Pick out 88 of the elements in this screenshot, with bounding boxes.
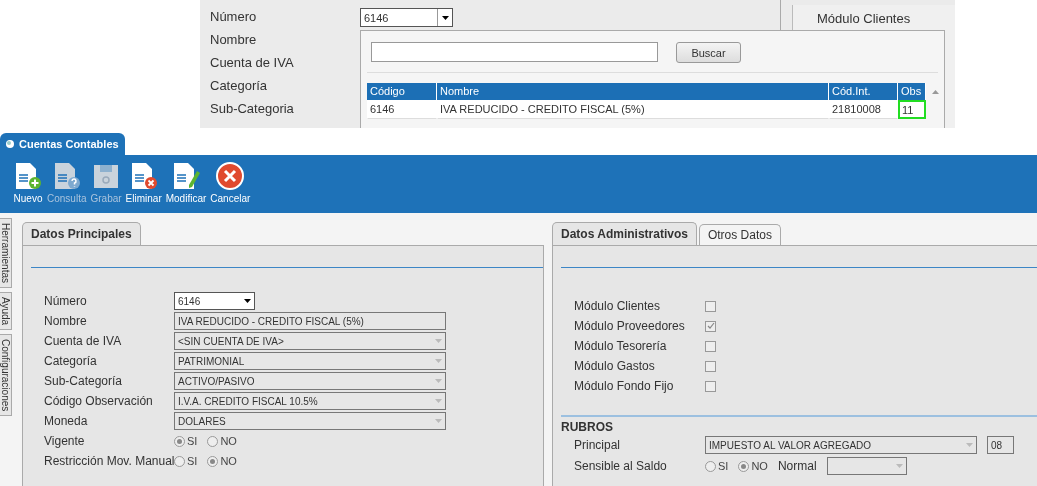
field-label: Número xyxy=(210,8,257,25)
field-label: Nombre xyxy=(44,313,88,330)
table-cell: 6146 xyxy=(367,100,437,119)
select-field[interactable]: <SIN CUENTA DE IVA> xyxy=(174,332,446,350)
checkbox[interactable] xyxy=(705,340,716,352)
table-cell: 21810008 xyxy=(829,100,898,119)
field-label: Vigente xyxy=(44,433,86,450)
radio-button[interactable] xyxy=(207,435,219,447)
section-title: RUBROS xyxy=(561,420,614,436)
select-field[interactable]: DOLARES xyxy=(174,412,446,430)
field-label: Sub-Categoria xyxy=(210,100,294,117)
field-label: Número xyxy=(44,293,88,310)
side-tab[interactable]: Ayuda xyxy=(0,292,12,331)
caret-icon xyxy=(966,443,973,447)
column-header[interactable]: Obs xyxy=(898,83,926,100)
select-field[interactable]: I.V.A. CREDITO FISCAL 10.5% xyxy=(174,392,446,410)
field-label: Restricción Mov. Manual xyxy=(44,453,174,470)
field-label: Cuenta de IVA xyxy=(210,54,294,71)
window-tab[interactable]: Cuentas Contables xyxy=(0,133,125,155)
scroll-up-icon[interactable] xyxy=(931,89,939,94)
caret-icon xyxy=(244,299,251,303)
radio-label: NO xyxy=(220,435,237,447)
field-label: Nombre xyxy=(210,31,257,48)
number-combo[interactable]: 6146 xyxy=(360,8,453,27)
text-field[interactable]: IVA REDUCIDO - CREDITO FISCAL (5%) xyxy=(174,312,446,330)
field-label: Principal xyxy=(574,437,622,454)
tab[interactable]: Datos Administrativos xyxy=(552,222,697,245)
field-label: Sub-Categoría xyxy=(44,373,124,390)
caret-icon xyxy=(435,379,442,383)
caret-icon xyxy=(895,464,903,468)
caret-icon xyxy=(435,419,442,423)
field-label: Sensible al Saldo xyxy=(574,458,668,475)
checkbox[interactable] xyxy=(705,320,716,332)
new-document-icon xyxy=(13,161,43,191)
column-header[interactable]: Cód.Int. xyxy=(829,83,898,100)
app-logo-icon xyxy=(5,139,15,149)
radio-button[interactable] xyxy=(174,455,185,467)
radio-button[interactable] xyxy=(174,435,185,447)
table-cell: 11 xyxy=(898,100,926,119)
search-button[interactable]: Buscar xyxy=(676,42,741,63)
side-tab[interactable]: Herramientas xyxy=(0,218,12,289)
column-header[interactable]: Código xyxy=(367,83,437,100)
caret-icon xyxy=(435,399,442,403)
field-label: Categoría xyxy=(44,353,98,370)
radio-button[interactable] xyxy=(705,460,716,472)
column-header[interactable]: Nombre xyxy=(437,83,829,100)
radio-label: NO xyxy=(220,455,237,467)
field-label: Código Observación xyxy=(44,393,154,410)
code-field[interactable]: 08 xyxy=(987,436,1014,454)
toolbar-button[interactable]: Modificar xyxy=(164,161,208,204)
tab[interactable]: Otros Datos xyxy=(698,224,781,245)
radio-button[interactable] xyxy=(738,460,750,472)
toolbar-button[interactable]: Cancelar xyxy=(209,161,252,204)
checkbox[interactable] xyxy=(705,360,716,372)
module-label: Módulo Tesorería xyxy=(574,338,668,355)
radio-label: NO xyxy=(751,460,768,472)
tab[interactable]: Datos Principales xyxy=(22,222,141,245)
number-combo[interactable]: 6146 xyxy=(174,292,255,310)
table-cell: IVA REDUCIDO - CREDITO FISCAL (5%) xyxy=(437,100,829,119)
select-field[interactable]: IMPUESTO AL VALOR AGREGADO xyxy=(705,436,977,454)
field-label: Normal xyxy=(777,458,817,475)
window-title: Cuentas Contables xyxy=(19,138,119,150)
select-field[interactable]: PATRIMONIAL xyxy=(174,352,446,370)
caret-icon xyxy=(435,359,442,363)
caret-icon xyxy=(435,339,442,343)
toolbar-button[interactable]: Eliminar xyxy=(124,161,163,204)
field-label: Categoría xyxy=(210,77,268,94)
module-label: Módulo Fondo Fijo xyxy=(574,378,675,395)
radio-label: SI xyxy=(187,455,198,467)
side-tab[interactable]: Configuraciones xyxy=(0,334,12,417)
radio-label: SI xyxy=(187,435,198,447)
checkbox[interactable] xyxy=(705,380,716,392)
cancel-icon xyxy=(215,161,246,191)
module-label: Módulo Proveedores xyxy=(574,318,686,335)
select-field[interactable] xyxy=(826,457,907,475)
document-pencil-icon xyxy=(171,161,201,191)
module-label: Módulo Clientes xyxy=(574,298,662,315)
caret-icon xyxy=(441,15,449,20)
select-field[interactable]: ACTIVO/PASIVO xyxy=(174,372,446,390)
radio-label: SI xyxy=(718,460,729,472)
radio-button[interactable] xyxy=(207,455,219,467)
search-field[interactable] xyxy=(371,42,658,62)
field-label: Moneda xyxy=(44,413,89,430)
toolbar-button[interactable]: Nuevo xyxy=(12,161,44,204)
checkbox[interactable] xyxy=(705,300,716,312)
module-label: Módulo Clientes xyxy=(817,11,911,26)
field-label: Cuenta de IVA xyxy=(44,333,123,350)
module-label: Módulo Gastos xyxy=(574,358,656,375)
